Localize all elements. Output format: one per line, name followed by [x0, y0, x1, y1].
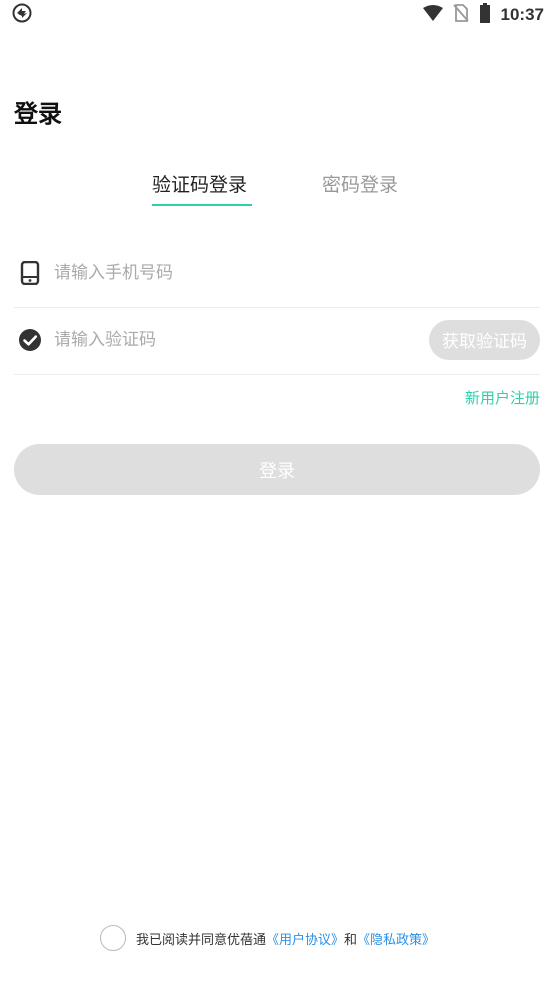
no-sim-icon: [452, 4, 469, 26]
agreement-conjunction: 和: [344, 932, 358, 948]
phone-row: [14, 238, 540, 308]
agree-checkbox[interactable]: [100, 925, 126, 951]
tab-sms-login[interactable]: 验证码登录: [152, 170, 247, 205]
tab-password-login[interactable]: 密码登录: [322, 170, 398, 205]
phone-input[interactable]: [54, 252, 540, 293]
privacy-policy-link[interactable]: 《隐私政策》: [357, 929, 435, 948]
get-code-button[interactable]: 获取验证码: [429, 319, 540, 360]
check-circle-icon: [18, 328, 42, 352]
verification-code-input[interactable]: [54, 319, 429, 360]
code-row: 获取验证码: [14, 305, 540, 375]
wifi-icon: [422, 5, 443, 25]
agreement-prefix: 我已阅读并同意优蓓通: [136, 932, 267, 948]
status-bar: 10:37: [0, 0, 554, 30]
agreement: 我已阅读并同意优蓓通 《用户协议》 和 《隐私政策》: [100, 924, 435, 952]
phone-icon: [18, 260, 42, 285]
status-time: 10:37: [500, 5, 544, 24]
login-page: 10:37 登录 验证码登录 密码登录 获取验证码 新用户注册 登录: [0, 0, 554, 986]
page-title: 登录: [14, 100, 62, 128]
sync-icon: [12, 3, 32, 27]
user-agreement-link[interactable]: 《用户协议》: [266, 929, 344, 948]
login-button[interactable]: 登录: [14, 444, 540, 495]
login-tabs: 验证码登录 密码登录: [0, 170, 554, 210]
battery-icon: [479, 3, 491, 27]
status-right: 10:37: [422, 3, 544, 27]
active-tab-indicator: [152, 204, 252, 206]
register-link[interactable]: 新用户注册: [465, 387, 540, 408]
